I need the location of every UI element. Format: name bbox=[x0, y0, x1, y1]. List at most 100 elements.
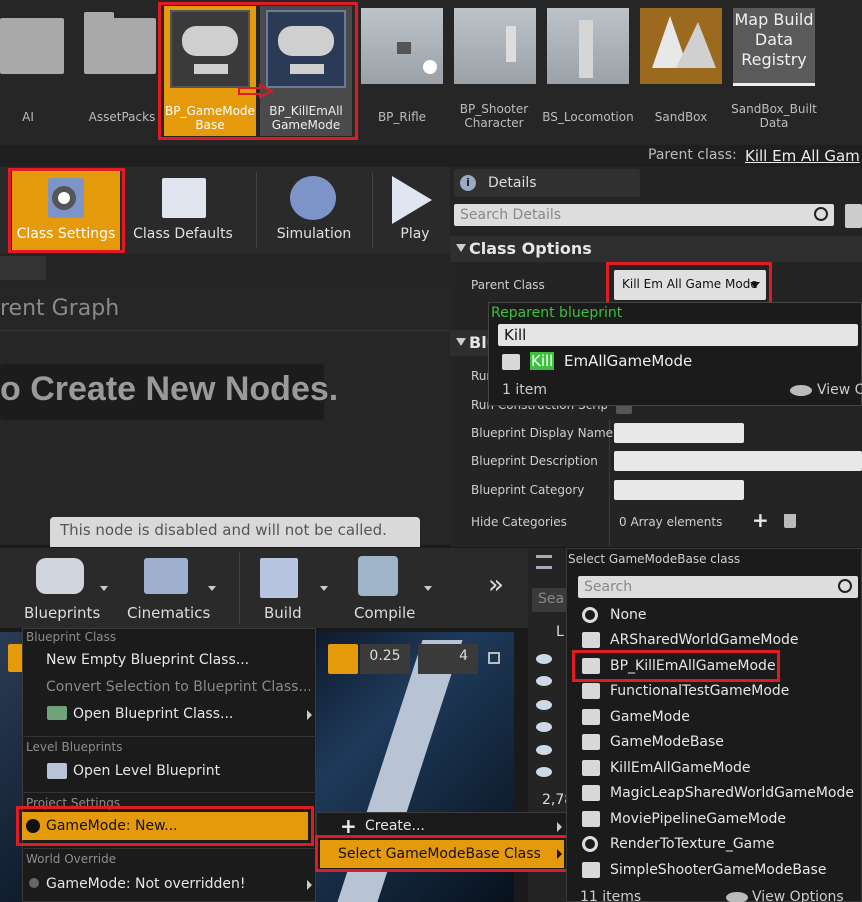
cinematics-label: Cinematics bbox=[127, 604, 211, 622]
chevron-down-icon bbox=[208, 586, 216, 591]
class-icon bbox=[582, 760, 600, 776]
open-blueprint-icon bbox=[47, 706, 67, 720]
class-picker-search-placeholder: Search bbox=[584, 579, 633, 595]
camera-speed-button[interactable]: 4 bbox=[418, 644, 478, 674]
display-name-field[interactable] bbox=[614, 423, 744, 443]
details-tab[interactable]: i Details bbox=[454, 169, 640, 197]
array-elements-count: 0 Array elements bbox=[619, 515, 723, 529]
camera-speed-text: 4 bbox=[459, 648, 468, 664]
asset-label-bs-locomotion: BS_Locomotion bbox=[542, 110, 634, 124]
details-options-button[interactable] bbox=[845, 204, 862, 228]
collapse-arrow-icon bbox=[456, 338, 466, 346]
menu-divider bbox=[22, 848, 316, 849]
asset-bp-rifle-thumbnail[interactable] bbox=[361, 8, 443, 84]
compile-cubes-icon bbox=[358, 556, 398, 596]
toolbar-overflow-button[interactable]: » bbox=[488, 570, 504, 600]
visibility-eye-icon[interactable] bbox=[536, 676, 552, 686]
reparent-search-input[interactable]: Kill bbox=[498, 324, 858, 346]
class-picker-search[interactable]: Search bbox=[578, 576, 858, 598]
add-icon[interactable]: + bbox=[752, 510, 769, 530]
reparent-view-options[interactable]: View O bbox=[817, 382, 862, 398]
class-defaults-label: Class Defaults bbox=[133, 226, 233, 242]
annotation-box-gamemodes bbox=[158, 2, 358, 140]
submenu-create[interactable]: Create... bbox=[365, 818, 425, 834]
class-item-label: ARSharedWorldGameMode bbox=[610, 632, 799, 648]
blueprints-label: Blueprints bbox=[24, 604, 101, 622]
level-blueprint-icon bbox=[47, 763, 67, 779]
class-item-label: KillEmAllGameMode bbox=[610, 760, 751, 776]
class-icon bbox=[582, 632, 600, 648]
asset-label-ai: AI bbox=[22, 110, 34, 124]
category-label: Blueprint Category bbox=[471, 483, 585, 497]
submenu-arrow-icon bbox=[307, 710, 312, 720]
description-field[interactable] bbox=[614, 451, 862, 471]
blueprints-button[interactable]: Blueprints bbox=[14, 552, 118, 626]
menu-new-empty-blueprint[interactable]: New Empty Blueprint Class... bbox=[46, 652, 249, 668]
asset-sandbox-builtdata-thumbnail[interactable]: Map Build Data Registry bbox=[733, 8, 815, 86]
visibility-eye-icon[interactable] bbox=[536, 745, 552, 755]
class-picker-view-options[interactable]: View Options bbox=[752, 889, 844, 902]
folder-icon[interactable] bbox=[0, 18, 64, 74]
class-defaults-button[interactable]: Class Defaults bbox=[126, 170, 240, 250]
asset-bp-shootercharacter-thumbnail[interactable] bbox=[454, 8, 536, 84]
parent-class-link[interactable]: Kill Em All Gam bbox=[745, 147, 860, 165]
simulation-button[interactable]: Simulation bbox=[264, 170, 364, 250]
reparent-count: 1 item bbox=[502, 382, 547, 398]
class-item-label: SimpleShooterGameModeBase bbox=[610, 862, 827, 878]
list-icon[interactable] bbox=[536, 555, 552, 569]
asset-label-bp-rifle: BP_Rifle bbox=[377, 110, 427, 124]
cinematics-button[interactable]: Cinematics bbox=[120, 552, 226, 626]
parent-class-label: Parent class: bbox=[648, 147, 737, 163]
menu-convert-selection[interactable]: Convert Selection to Blueprint Class... bbox=[46, 679, 310, 695]
none-circle-icon bbox=[582, 836, 598, 852]
graph-divider bbox=[0, 330, 450, 331]
folder-icon[interactable] bbox=[84, 12, 156, 74]
build-button[interactable]: Build bbox=[244, 552, 334, 626]
class-icon bbox=[582, 683, 600, 699]
grid-snap-toggle-icon[interactable] bbox=[328, 644, 358, 674]
grid-snap-value[interactable]: 0.25 bbox=[360, 644, 410, 674]
play-button[interactable]: Play bbox=[380, 170, 450, 250]
menu-divider bbox=[22, 736, 316, 737]
asset-sandbox-thumbnail[interactable] bbox=[640, 8, 722, 84]
chevron-down-icon bbox=[100, 586, 108, 591]
compile-button[interactable]: Compile bbox=[340, 552, 440, 626]
visibility-eye-icon[interactable] bbox=[536, 654, 552, 664]
search-icon bbox=[838, 579, 852, 593]
menu-section-world-override: World Override bbox=[26, 852, 117, 866]
annotation-box-gamemode-new bbox=[16, 806, 314, 846]
menu-open-level-blueprint[interactable]: Open Level Blueprint bbox=[73, 763, 220, 779]
class-item-label: MoviePipelineGameMode bbox=[610, 811, 787, 827]
visibility-eye-icon[interactable] bbox=[536, 700, 552, 710]
asset-label-bp-shootercharacter: BP_Shooter Character bbox=[459, 102, 529, 130]
menu-open-blueprint-class[interactable]: Open Blueprint Class... bbox=[73, 706, 233, 722]
clapperboard-icon bbox=[144, 558, 188, 594]
menu-gamemode-override[interactable]: GameMode: Not overridden! bbox=[46, 876, 245, 892]
asset-label-assetpacks: AssetPacks bbox=[88, 110, 156, 124]
maximize-icon[interactable] bbox=[488, 652, 500, 664]
gamemode-class-icon bbox=[502, 354, 520, 370]
graph-title: rent Graph bbox=[0, 296, 120, 321]
outliner-search-input[interactable]: Sea bbox=[532, 588, 568, 612]
play-label: Play bbox=[400, 226, 430, 242]
hide-categories-label: Hide Categories bbox=[471, 515, 567, 529]
menu-section-level-blueprints: Level Blueprints bbox=[26, 740, 123, 754]
graph-tab[interactable] bbox=[0, 256, 46, 280]
reparent-search-value: Kill bbox=[504, 326, 527, 344]
class-options-header[interactable]: Class Options bbox=[450, 236, 862, 262]
trash-icon[interactable] bbox=[784, 514, 796, 528]
category-field[interactable] bbox=[614, 480, 744, 500]
annotation-arrow-icon bbox=[238, 83, 275, 99]
details-tab-label: Details bbox=[488, 175, 537, 191]
class-icon bbox=[582, 862, 600, 878]
asset-bs-locomotion-thumbnail[interactable] bbox=[547, 8, 629, 84]
visibility-eye-icon[interactable] bbox=[536, 722, 552, 732]
details-search-input[interactable]: Search Details bbox=[454, 204, 834, 226]
search-icon bbox=[814, 207, 828, 221]
visibility-eye-icon[interactable] bbox=[536, 767, 552, 777]
reparent-result-item[interactable]: Kill EmAllGameMode bbox=[498, 350, 858, 374]
menu-section-blueprint-class: Blueprint Class bbox=[26, 630, 117, 644]
build-blocks-icon bbox=[260, 558, 298, 598]
world-override-dot-icon bbox=[29, 878, 39, 888]
class-item-label: GameModeBase bbox=[610, 734, 724, 750]
